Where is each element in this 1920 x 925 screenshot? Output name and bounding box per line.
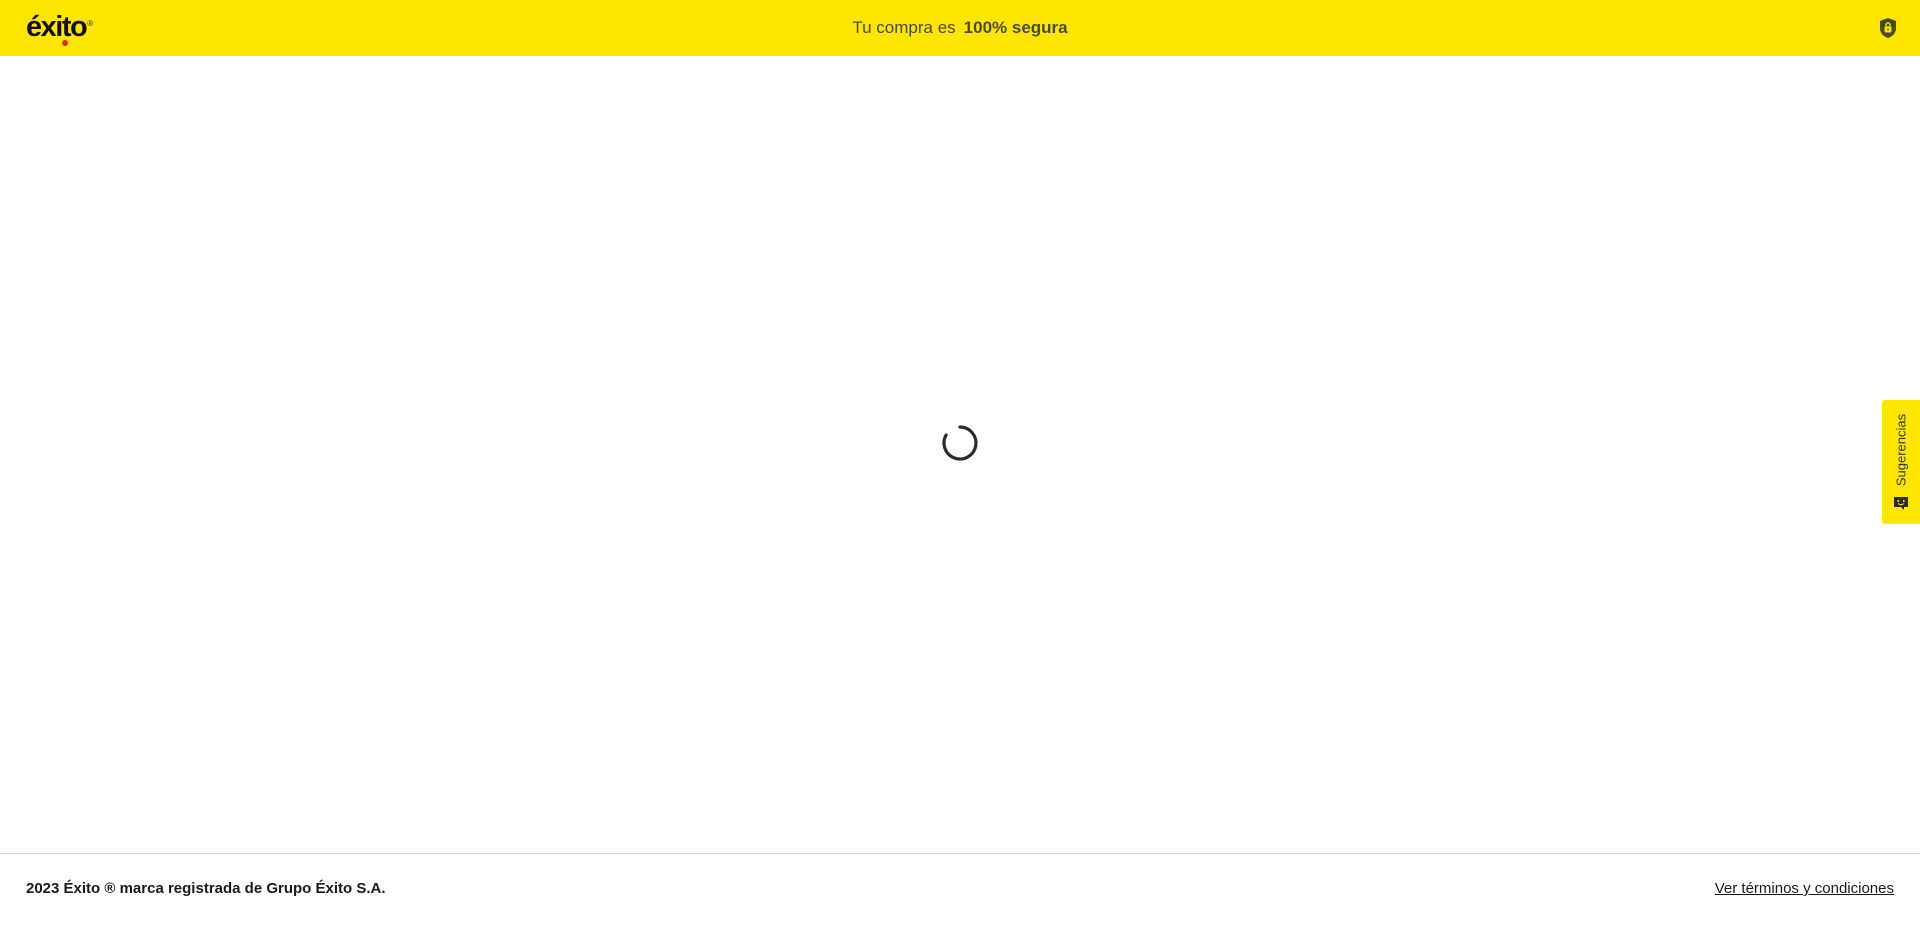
copyright-text: 2023 Éxito ® marca registrada de Grupo É…	[26, 880, 386, 897]
secure-emphasis: 100% segura	[963, 18, 1068, 37]
shield-lock-icon	[1880, 18, 1896, 38]
terms-and-conditions-link[interactable]: Ver términos y condiciones	[1715, 880, 1894, 897]
top-header: éxito ® Tu compra es 100% segura	[0, 0, 1920, 56]
secure-purchase-message: Tu compra es 100% segura	[0, 0, 1920, 56]
page-footer: 2023 Éxito ® marca registrada de Grupo É…	[0, 853, 1920, 925]
feedback-tab-label: Sugerencias	[1893, 413, 1909, 487]
feedback-face-icon	[1894, 497, 1908, 510]
feedback-side-tab[interactable]: Sugerencias	[1882, 400, 1920, 524]
secure-prefix: Tu compra es	[852, 18, 956, 37]
loading-spinner-icon	[942, 425, 978, 461]
